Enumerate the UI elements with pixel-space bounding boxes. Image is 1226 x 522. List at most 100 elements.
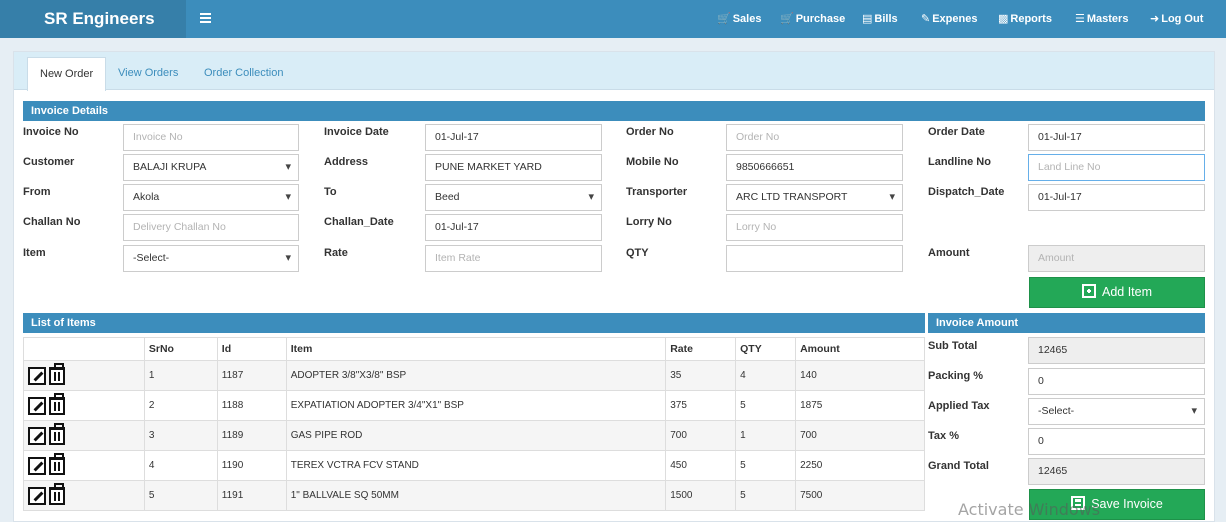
brand-logo[interactable]: SR Engineers [0,0,186,38]
nav-logout[interactable]: ➜ Log Out [1150,0,1203,38]
cell-amount: 700 [795,420,925,451]
cell-rate: 375 [665,390,737,421]
qty-input[interactable] [726,245,903,272]
tab-view-orders[interactable]: View Orders [106,57,190,90]
list-icon: ☰ [1075,13,1085,25]
edit-icon: ✎ [921,13,931,25]
col-qty: QTY [735,337,797,361]
table-row: 2 1188 EXPATIATION ADOPTER 3/4"X1" BSP 3… [23,390,925,421]
delete-icon[interactable] [49,362,65,385]
activate-windows-watermark: Activate Windows [958,500,1101,519]
cell-qty: 1 [735,420,797,451]
challan-no-label: Challan No [23,216,81,228]
cart-icon: 🛒 [717,13,731,25]
dispatch-date-input[interactable]: 01-Jul-17 [1028,184,1205,211]
delete-icon[interactable] [49,392,65,415]
delete-icon[interactable] [49,422,65,445]
transporter-select[interactable]: ARC LTD TRANSPORT [726,184,903,211]
edit-icon[interactable] [28,456,46,475]
cell-rate: 1500 [665,480,737,511]
cell-qty: 5 [735,480,797,511]
cell-item: TEREX VCTRA FCV STAND [285,450,667,481]
cell-id: 1188 [216,390,287,421]
rate-label: Rate [324,247,348,259]
row-actions [23,480,145,511]
packing-input[interactable]: 0 [1028,368,1205,395]
rate-input[interactable]: Item Rate [425,245,602,272]
cell-amount: 2250 [795,450,925,481]
grand-total-label: Grand Total [928,460,989,472]
order-date-input[interactable]: 01-Jul-17 [1028,124,1205,151]
nav-reports[interactable]: ▩ Reports [998,0,1052,38]
invoice-amount-heading: Invoice Amount [928,313,1205,333]
cell-srno: 3 [143,420,218,451]
top-navbar: SR Engineers 🛒 Sales 🛒 Purchase ▤ Bills ✎ Ex… [0,0,1226,38]
edit-icon[interactable] [28,426,46,445]
tax-input[interactable]: 0 [1028,428,1205,455]
tab-order-collection[interactable]: Order Collection [192,57,295,90]
lorry-no-input[interactable]: Lorry No [726,214,903,241]
cell-id: 1187 [216,360,287,391]
sub-total-field: 12465 [1028,337,1205,364]
edit-icon[interactable] [28,396,46,415]
nav-bills[interactable]: ▤ Bills [862,0,898,38]
to-select[interactable]: Beed [425,184,602,211]
nav-expenses[interactable]: ✎ Expenes [921,0,977,38]
col-id: Id [216,337,287,361]
invoice-no-input[interactable]: Invoice No [123,124,299,151]
landline-no-input[interactable]: Land Line No [1028,154,1205,181]
add-square-icon [1081,284,1096,298]
invoice-date-input[interactable]: 01-Jul-17 [425,124,602,151]
nav-masters[interactable]: ☰ Masters [1075,0,1128,38]
items-table: SrNo Id Item Rate QTY Amount 1 1187 ADOP… [23,337,925,511]
applied-tax-select[interactable]: -Select- [1028,398,1205,425]
cell-id: 1191 [216,480,287,511]
nav-purchase-label: Purchase [795,13,846,25]
cell-srno: 5 [143,480,218,511]
col-amount: Amount [795,337,925,361]
row-actions [23,360,145,391]
row-actions [23,390,145,421]
customer-select[interactable]: BALAJI KRUPA [123,154,299,181]
challan-no-input[interactable]: Delivery Challan No [123,214,299,241]
mobile-no-input[interactable]: 9850666651 [726,154,903,181]
qty-label: QTY [626,247,649,259]
cell-item: EXPATIATION ADOPTER 3/4"X1" BSP [285,390,667,421]
col-actions [23,337,145,361]
cell-item: GAS PIPE ROD [285,420,667,451]
edit-icon[interactable] [28,486,46,505]
cell-rate: 700 [665,420,737,451]
dispatch-date-label: Dispatch_Date [928,186,1005,198]
menu-toggle-icon[interactable] [200,13,211,23]
grand-total-field: 12465 [1028,458,1205,485]
invoice-no-label: Invoice No [23,126,79,138]
cell-amount: 140 [795,360,925,391]
save-invoice-label: Save Invoice [1091,497,1163,511]
from-select[interactable]: Akola [123,184,299,211]
order-no-input[interactable]: Order No [726,124,903,151]
table-row: 3 1189 GAS PIPE ROD 700 1 700 [23,420,925,451]
tab-new-order[interactable]: New Order [27,57,107,91]
col-srno: SrNo [143,337,218,361]
cell-item: ADOPTER 3/8"X3/8" BSP [285,360,667,391]
table-row: 4 1190 TEREX VCTRA FCV STAND 450 5 2250 [23,450,925,481]
list-of-items-heading: List of Items [23,313,925,333]
edit-icon[interactable] [28,366,46,385]
address-label: Address [324,156,369,168]
bar-chart-icon: ▩ [998,13,1009,25]
order-no-label: Order No [626,126,674,138]
nav-reports-label: Reports [1010,13,1052,25]
delete-icon[interactable] [49,482,65,505]
challan-date-input[interactable]: 01-Jul-17 [425,214,602,241]
cell-srno: 4 [143,450,218,481]
table-header-row: SrNo Id Item Rate QTY Amount [23,337,925,361]
challan-date-label: Challan_Date [324,216,394,228]
add-item-button[interactable]: Add Item [1029,277,1205,308]
delete-icon[interactable] [49,452,65,475]
cell-srno: 2 [143,390,218,421]
nav-sales[interactable]: 🛒 Sales [717,0,761,38]
nav-purchase[interactable]: 🛒 Purchase [780,0,845,38]
amount-label: Amount [928,247,970,259]
item-select[interactable]: -Select- [123,245,299,272]
address-input[interactable]: PUNE MARKET YARD [425,154,602,181]
